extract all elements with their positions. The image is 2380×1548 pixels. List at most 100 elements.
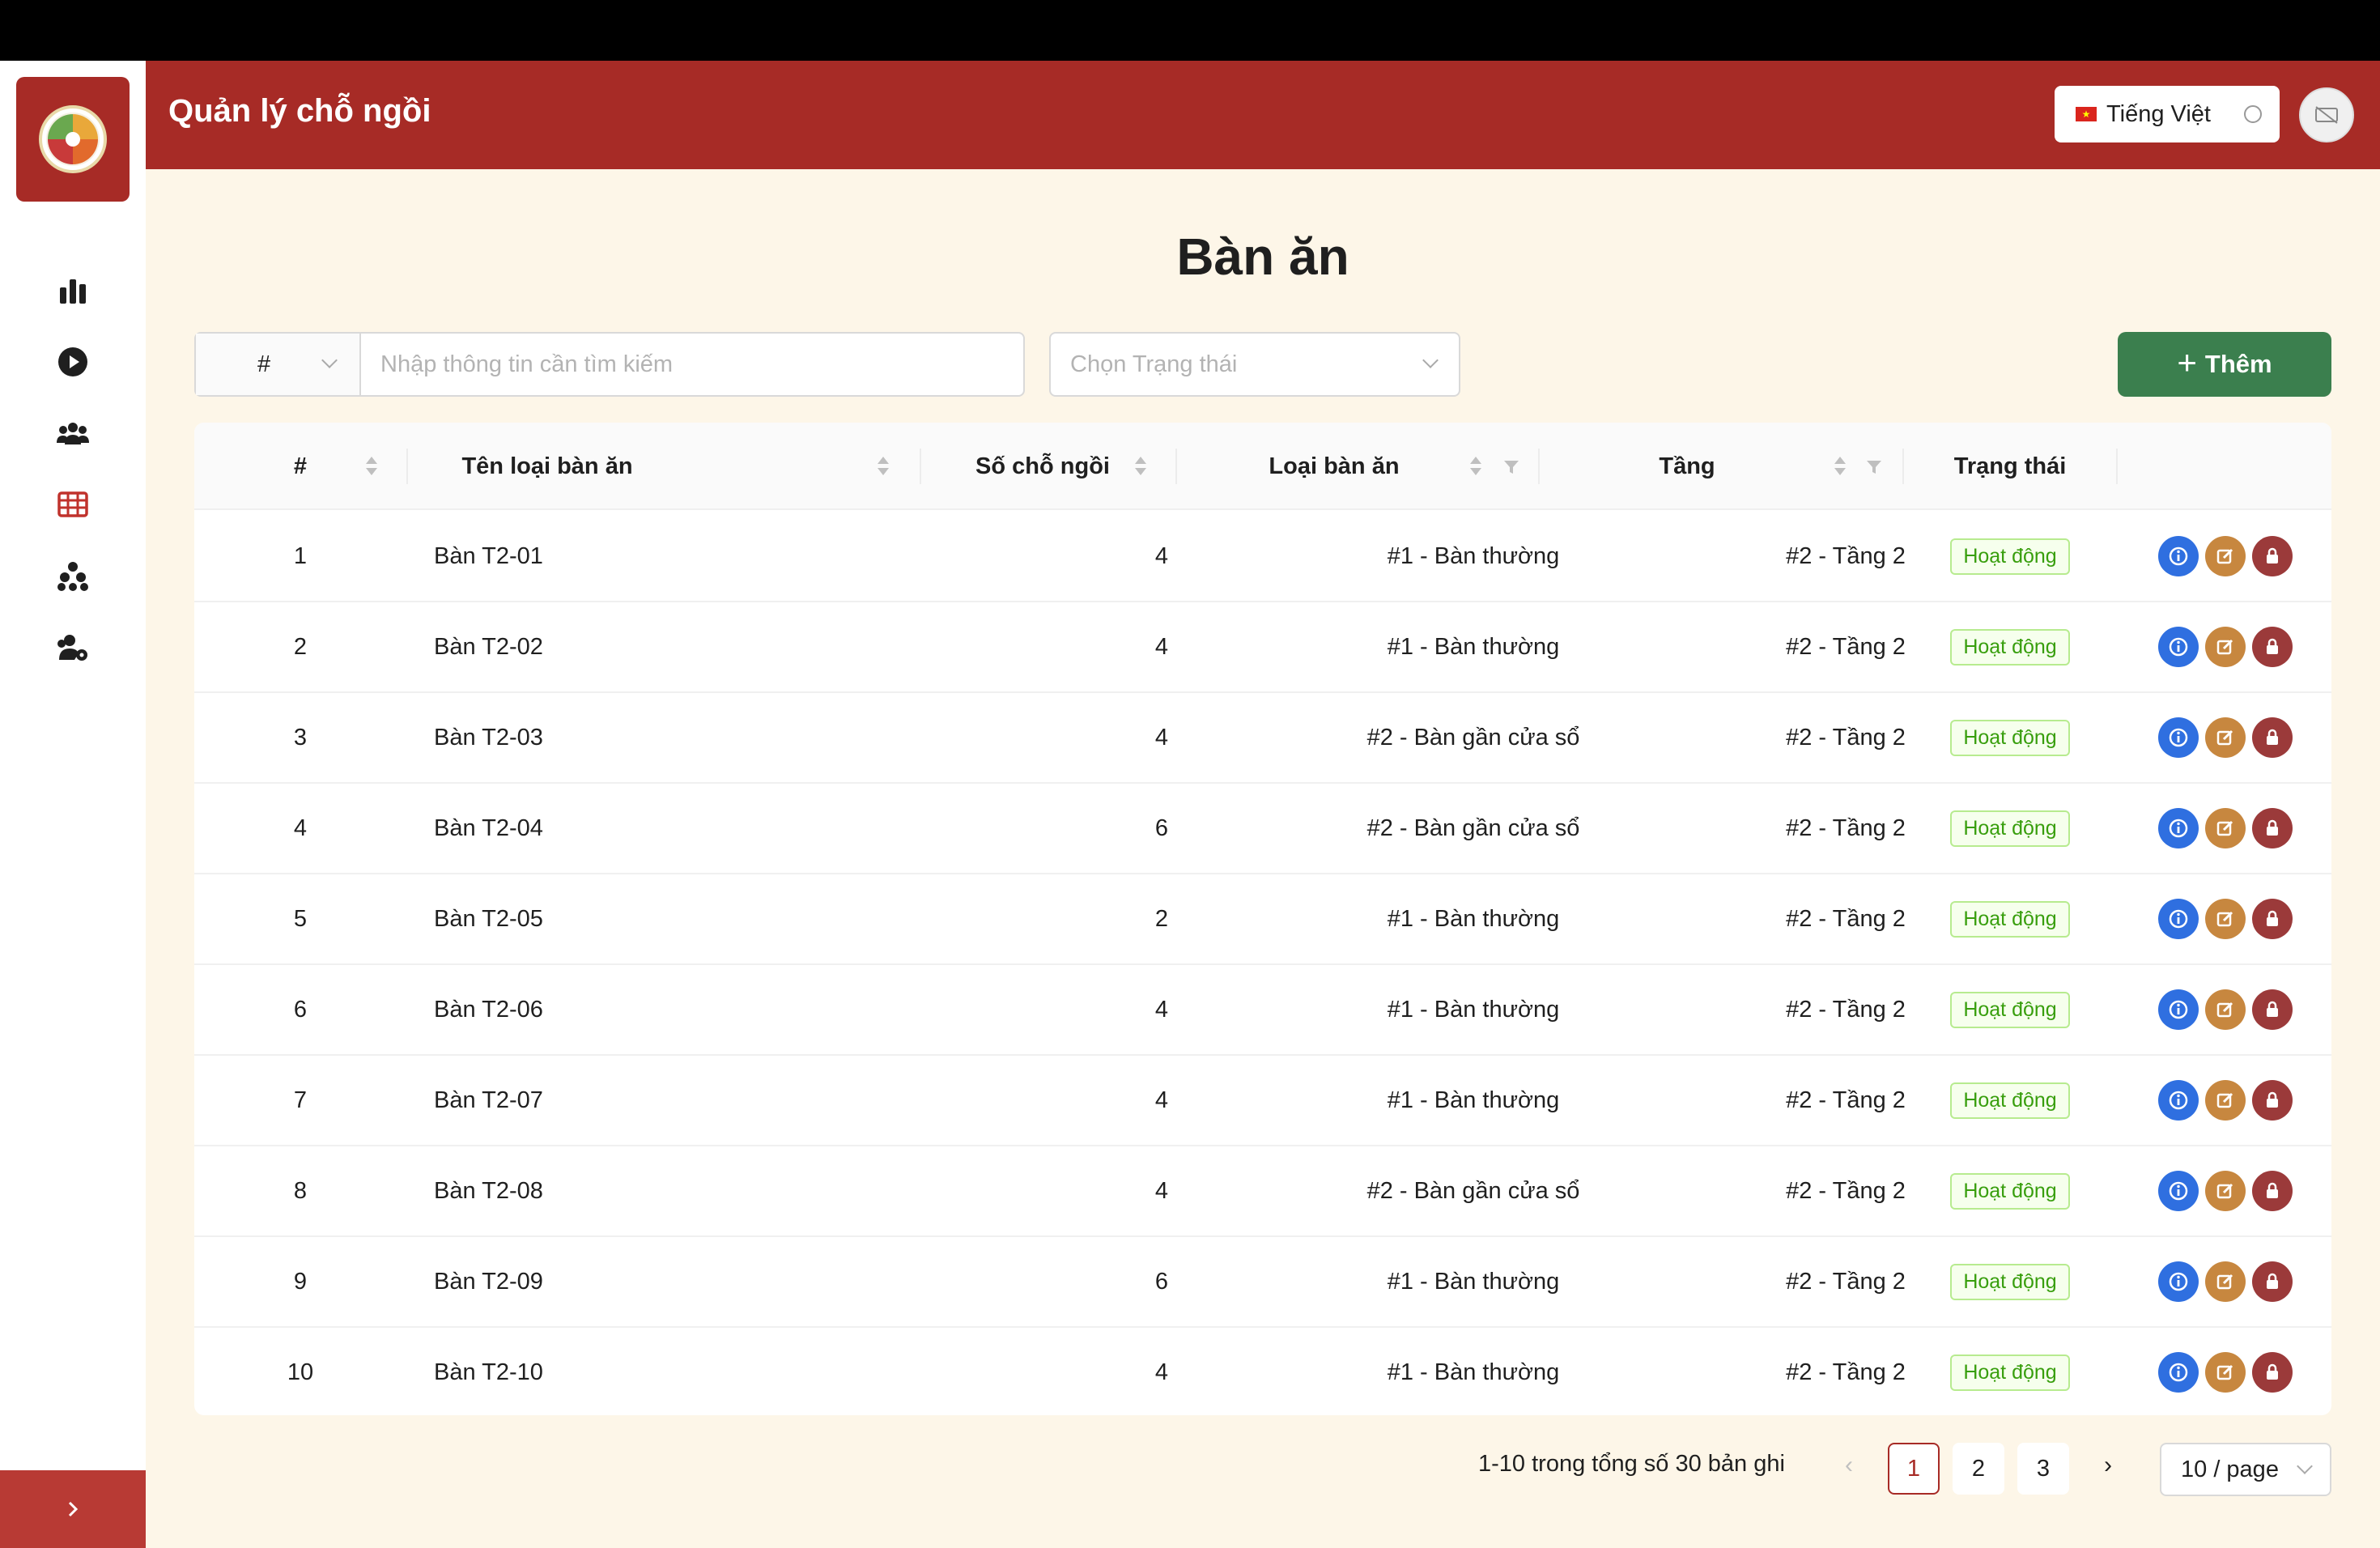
info-icon: [2169, 637, 2188, 657]
column-divider: [2116, 449, 2118, 484]
search-input[interactable]: [361, 334, 1023, 395]
pagination-page-3[interactable]: 3: [2017, 1443, 2069, 1495]
edit-button[interactable]: [2205, 536, 2246, 576]
pagination-next-button[interactable]: ›: [2092, 1449, 2124, 1482]
view-details-button[interactable]: [2158, 1261, 2199, 1302]
language-select[interactable]: ★ Tiếng Việt: [2055, 86, 2280, 142]
row-seat-count: 4: [1154, 1359, 1169, 1385]
lock-button[interactable]: [2252, 808, 2293, 848]
status-badge: Hoạt động: [1950, 1354, 2070, 1391]
edit-button[interactable]: [2205, 627, 2246, 667]
column-header-status: Trạng thái: [1953, 453, 2067, 479]
lock-icon: [2267, 910, 2278, 926]
lock-button[interactable]: [2252, 627, 2293, 667]
edit-button[interactable]: [2205, 1171, 2246, 1211]
sort-icon[interactable]: [1833, 455, 1846, 478]
sort-icon[interactable]: [876, 455, 889, 478]
lock-button[interactable]: [2252, 989, 2293, 1030]
pagination-page-1[interactable]: 1: [1888, 1443, 1940, 1495]
search-field-select[interactable]: #: [196, 334, 361, 395]
column-header-seats[interactable]: Số chỗ ngồi: [921, 423, 1164, 510]
row-seat-count: 4: [1154, 542, 1169, 569]
view-details-button[interactable]: [2158, 989, 2199, 1030]
row-index: 9: [293, 1268, 308, 1295]
filter-icon[interactable]: [1502, 458, 1520, 476]
sort-icon[interactable]: [1133, 455, 1146, 478]
lock-button[interactable]: [2252, 1080, 2293, 1121]
column-header-floor[interactable]: Tầng: [1540, 423, 1834, 510]
edit-icon: [2216, 729, 2233, 746]
sort-icon[interactable]: [1468, 455, 1481, 478]
lock-icon: [2267, 638, 2278, 654]
page-size-select[interactable]: 10 / page: [2160, 1443, 2331, 1496]
pagination-page-2[interactable]: 2: [1953, 1443, 2004, 1495]
user-avatar[interactable]: [2299, 87, 2354, 142]
lock-button[interactable]: [2252, 1352, 2293, 1393]
lock-button[interactable]: [2252, 717, 2293, 758]
edit-button[interactable]: [2205, 1080, 2246, 1121]
row-index: 6: [293, 996, 308, 1023]
table-row: 1 Bàn T2-01 4 #1 - Bàn thường #2 - Tầng 2 Hoạ…: [194, 512, 2331, 602]
status-filter-select[interactable]: Chọn Trạng thái: [1049, 332, 1460, 397]
status-badge: Hoạt động: [1950, 900, 2070, 938]
edit-button[interactable]: [2205, 899, 2246, 939]
page-size-label: 10 / page: [2181, 1456, 2279, 1482]
lock-button[interactable]: [2252, 1261, 2293, 1302]
row-table-name: Bàn T2-10: [434, 1359, 543, 1385]
row-table-type: #2 - Bàn gần cửa sổ: [1366, 724, 1580, 751]
tables-table: # Tên loại bàn ăn Số chỗ ngồi Loại bàn ă…: [194, 423, 2331, 1415]
view-details-button[interactable]: [2158, 717, 2199, 758]
sidebar-collapse-button[interactable]: [0, 1470, 146, 1548]
row-seat-count: 6: [1154, 814, 1169, 841]
view-details-button[interactable]: [2158, 808, 2199, 848]
view-details-button[interactable]: [2158, 536, 2199, 576]
view-details-button[interactable]: [2158, 1171, 2199, 1211]
play-circle-icon: [58, 347, 87, 376]
edit-icon: [2216, 820, 2233, 836]
sidebar-item-statistics[interactable]: [0, 255, 146, 326]
info-icon: [2169, 1181, 2188, 1201]
view-details-button[interactable]: [2158, 899, 2199, 939]
view-details-button[interactable]: [2158, 1352, 2199, 1393]
edit-icon: [2216, 1183, 2233, 1199]
row-table-type: #2 - Bàn gần cửa sổ: [1366, 814, 1580, 841]
row-table-type: #1 - Bàn thường: [1387, 633, 1560, 660]
lock-button[interactable]: [2252, 899, 2293, 939]
edit-button[interactable]: [2205, 989, 2246, 1030]
info-icon: [2169, 1091, 2188, 1110]
bar-chart-icon: [60, 279, 86, 304]
status-badge: Hoạt động: [1950, 1263, 2070, 1300]
view-details-button[interactable]: [2158, 627, 2199, 667]
status-badge: Hoạt động: [1950, 538, 2070, 575]
view-details-button[interactable]: [2158, 1080, 2199, 1121]
sidebar-item-customers[interactable]: [0, 398, 146, 469]
filter-icon[interactable]: [1865, 458, 1883, 476]
app-header: Quản lý chỗ ngồi ★ Tiếng Việt: [146, 61, 2380, 169]
sidebar-item-structure[interactable]: [0, 540, 146, 611]
sidebar-item-tables[interactable]: [0, 469, 146, 540]
edit-button[interactable]: [2205, 717, 2246, 758]
sort-icon[interactable]: [364, 455, 377, 478]
lock-button[interactable]: [2252, 536, 2293, 576]
row-index: 8: [293, 1177, 308, 1204]
edit-button[interactable]: [2205, 808, 2246, 848]
sidebar-item-user-settings[interactable]: [0, 611, 146, 683]
edit-button[interactable]: [2205, 1261, 2246, 1302]
edit-icon: [2216, 1092, 2233, 1108]
pagination-prev-button[interactable]: ‹: [1833, 1449, 1865, 1482]
chevron-down-icon: [321, 352, 338, 368]
language-label: Tiếng Việt: [2106, 100, 2211, 127]
sidebar-item-play[interactable]: [0, 326, 146, 398]
table-header: # Tên loại bàn ăn Số chỗ ngồi Loại bàn ă…: [194, 423, 2331, 510]
column-header-table-type[interactable]: Loại bàn ăn: [1177, 423, 1491, 510]
edit-button[interactable]: [2205, 1352, 2246, 1393]
lock-icon: [2267, 1363, 2278, 1380]
app-logo[interactable]: [16, 77, 130, 202]
column-header-name[interactable]: Tên loại bàn ăn: [408, 423, 686, 510]
row-index: 4: [293, 814, 308, 841]
edit-icon: [2216, 639, 2233, 655]
row-index: 3: [293, 724, 308, 751]
lock-button[interactable]: [2252, 1171, 2293, 1211]
status-badge: Hoạt động: [1950, 810, 2070, 847]
add-button[interactable]: + Thêm: [2118, 332, 2331, 397]
